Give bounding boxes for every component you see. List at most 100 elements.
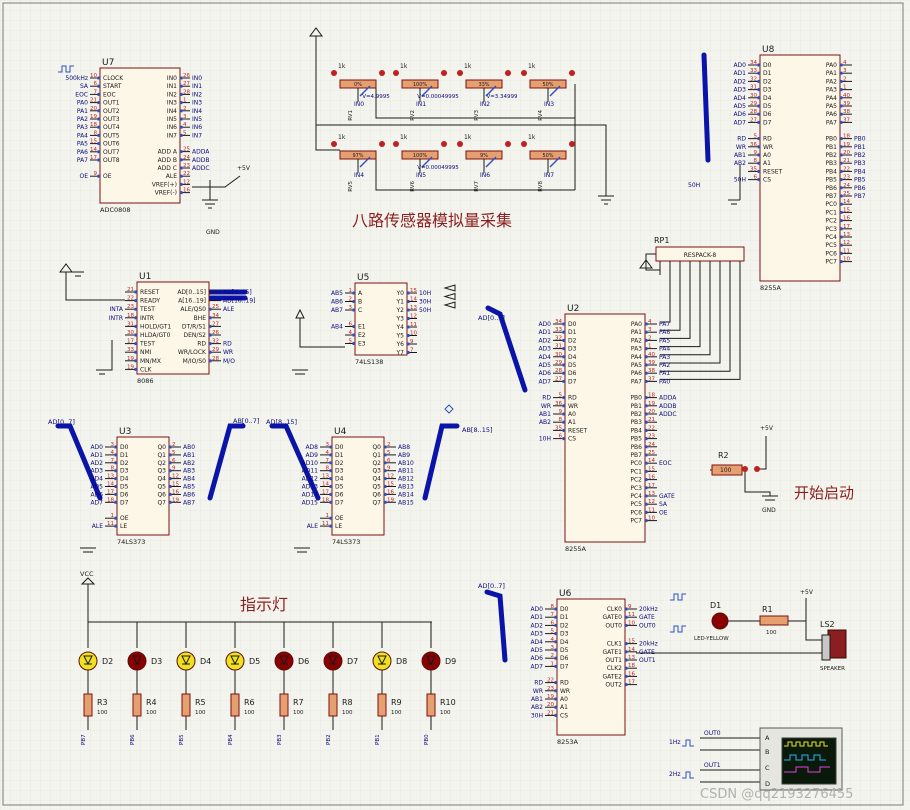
u2-pin-dot: [645, 519, 648, 523]
sensor-ref: RV2: [410, 110, 416, 121]
u1-pin-name-clk: CLK: [140, 366, 153, 373]
u8-pin-num: 34: [750, 60, 757, 66]
u7-pin-dot: [180, 92, 183, 96]
u1-pin-num: 26: [212, 330, 219, 336]
sensor-ref: RV4: [538, 110, 544, 121]
u7-pin-num: 21: [90, 98, 97, 104]
u2-pin-num: 5: [559, 393, 563, 399]
u8-pin-name-rd: RD: [763, 136, 772, 143]
u7-gnd-label: GND: [206, 229, 220, 236]
led-body-red: [323, 651, 343, 671]
u4-net-ab8: AB8: [398, 444, 410, 451]
u1-pin-dot: [134, 299, 137, 303]
u2-net-addc: ADDC: [659, 411, 677, 418]
u4-net-ab11: AB11: [398, 468, 414, 475]
u7-pin-num: 1: [183, 98, 187, 104]
buzzer-vcc-label: +5V: [800, 589, 814, 596]
u4-part-label: 74LS373: [332, 538, 360, 546]
u8-pin-dot: [840, 79, 843, 83]
u8-pin-dot: [840, 260, 843, 264]
u8-pin-dot: [757, 63, 760, 67]
u2-pin-num: 32: [555, 335, 562, 341]
led-ref: D8: [396, 657, 407, 666]
u6-pin-num: 21: [547, 710, 554, 716]
u8-pin-num: 29: [750, 101, 757, 107]
u7-pin-dot: [180, 76, 183, 80]
u5-pin-num: 13: [410, 305, 417, 311]
u2-pin-num: 30: [555, 352, 562, 358]
u5-net-50h: 50H: [419, 307, 431, 314]
u5-net-ab7: AB7: [331, 307, 343, 314]
u8-pin-dot: [757, 104, 760, 108]
u2-pin-name-pc6: PC6: [630, 509, 642, 516]
u8-pin-num: 40: [843, 93, 850, 99]
led-body-red: [274, 651, 294, 671]
u7-net-pa5: PA5: [77, 141, 88, 148]
u8-pin-name-d4: D4: [763, 95, 772, 102]
u2-pin-dot: [645, 469, 648, 473]
u5-pin-name-e3: E3: [358, 341, 366, 348]
u3-pin-num: 17: [107, 489, 114, 495]
u2-pin-num: 19: [648, 401, 655, 407]
rp1-part: RESPACK-8: [684, 252, 717, 259]
u2-pin-num: 23: [648, 434, 655, 440]
u6-pin-name-gate2: GATE2: [602, 673, 622, 680]
u3-pin-num: 19: [172, 497, 179, 503]
u5-pin-name-y0: Y0: [396, 290, 405, 297]
u8-pin-num: 35: [750, 166, 757, 172]
u3-pin-name-d6: D6: [120, 491, 129, 498]
u1-pin-num: 19: [127, 356, 134, 362]
u2-pin-name-a1: A1: [568, 419, 576, 426]
u5-pin-num: 6: [349, 322, 353, 328]
u2-pin-num: 12: [648, 499, 655, 505]
u2-pin-name-pa2: PA2: [631, 337, 642, 344]
u4-pin-name-q7: Q7: [372, 499, 381, 506]
u2-pin-name-pa5: PA5: [631, 362, 642, 369]
u7-pin-dot: [97, 109, 100, 113]
u6-net-gate: GATE: [639, 614, 655, 621]
u3-pin-name-d0: D0: [120, 444, 129, 451]
led-net-pb7: PB7: [81, 734, 87, 745]
u2-pin-name-pc5: PC5: [630, 501, 642, 508]
u5-pin-dot: [352, 342, 355, 345]
scope-out1-label: OUT1: [704, 762, 721, 769]
sensor-terminal: [457, 70, 463, 76]
u7-pin-dot: [97, 92, 100, 96]
u7-pin-name-add-b: ADD B: [158, 157, 177, 164]
u8-pin-num: 13: [843, 232, 850, 238]
u5-pin-dot: [407, 342, 410, 346]
u4-pin-num: 12: [387, 474, 394, 480]
u4-net-ad8: AD8: [305, 444, 318, 451]
u5-pin-name-y4: Y4: [396, 324, 405, 331]
u7-net-500khz: 500kHz: [65, 75, 88, 82]
u4-pin-name-d0: D0: [335, 444, 344, 451]
u2-net-pa5: PA5: [659, 337, 670, 344]
u2-pin-num: 27: [555, 376, 562, 382]
u2-pin-num: 11: [648, 507, 655, 513]
u4-pin-num: 8: [326, 466, 330, 472]
speaker-icon: [821, 634, 831, 661]
u2-pin-name-pc1: PC1: [630, 468, 642, 475]
u7-net-pa7: PA7: [77, 157, 88, 164]
u8-pin-num: 37: [843, 117, 850, 123]
u7-pin-num: 18: [90, 122, 97, 128]
u1-pin-num: 19: [127, 364, 134, 370]
u8-ref-label: U8: [762, 45, 775, 55]
u7-pin-dot: [180, 182, 183, 186]
sensor-net-in7: IN7: [544, 172, 554, 179]
sensor-ref: RV8: [538, 181, 544, 192]
u1-pin-num: 34: [212, 313, 219, 319]
u2-pin-dot: [645, 510, 648, 514]
u2-pin-name-d1: D1: [568, 329, 577, 336]
u4-pin-dot: [329, 453, 332, 457]
scope-screen: [781, 737, 837, 785]
u8-net-ad7: AD7: [733, 119, 746, 126]
u8-pin-name-pb5: PB5: [825, 177, 837, 184]
u2-pin-dot: [645, 486, 648, 490]
u6-pin-dot: [554, 697, 557, 701]
u4-pin-dot: [384, 477, 387, 481]
led-body-yellow: [176, 651, 196, 671]
d1-ref: D1: [710, 601, 721, 610]
u1-pin-dot: [134, 359, 137, 363]
u4-pin-dot: [384, 500, 387, 504]
